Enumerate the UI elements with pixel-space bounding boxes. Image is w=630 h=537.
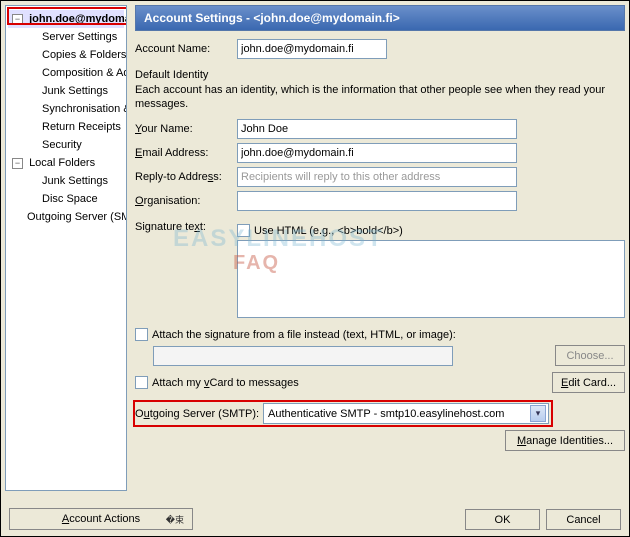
- collapse-icon[interactable]: −: [12, 14, 23, 25]
- settings-panel: Account Settings - <john.doe@mydomain.fi…: [133, 5, 625, 491]
- sidebar-account-root[interactable]: − john.doe@mydomain.fi: [8, 10, 124, 28]
- manage-identities-button[interactable]: Manage Identities...: [505, 430, 625, 451]
- account-email-label: john.doe@mydomain.fi: [29, 13, 127, 25]
- ok-button[interactable]: OK: [465, 509, 540, 530]
- account-name-label: Account Name:: [135, 43, 237, 55]
- organisation-input[interactable]: [237, 191, 517, 211]
- attach-sig-path-input: [153, 346, 453, 366]
- panel-title: Account Settings - <john.doe@mydomain.fi…: [135, 5, 625, 31]
- collapse-icon[interactable]: −: [12, 158, 23, 169]
- default-identity-label: Default Identity: [135, 69, 625, 81]
- chevron-down-icon: ▾: [530, 405, 546, 422]
- reply-to-label: Reply-to Address:: [135, 171, 237, 183]
- sidebar-item-server-settings[interactable]: Server Settings: [8, 28, 124, 46]
- sidebar-item-return-receipts[interactable]: Return Receipts: [8, 118, 124, 136]
- account-actions-button[interactable]: Account Actions �束: [9, 508, 193, 530]
- use-html-checkbox[interactable]: [237, 224, 250, 237]
- reply-to-input[interactable]: [237, 167, 517, 187]
- sidebar-item-composition[interactable]: Composition & Addressing: [8, 64, 124, 82]
- use-html-label: Use HTML (e.g., <b>bold</b>): [254, 225, 403, 237]
- email-label: Email Address:: [135, 147, 237, 159]
- sidebar-item-junk[interactable]: Junk Settings: [8, 82, 124, 100]
- attach-sig-checkbox[interactable]: [135, 328, 148, 341]
- organisation-label: Organisation:: [135, 195, 237, 207]
- signature-textarea[interactable]: [237, 240, 625, 318]
- sidebar-local-folders[interactable]: − Local Folders: [8, 154, 124, 172]
- account-tree: − john.doe@mydomain.fi Server Settings C…: [5, 5, 127, 491]
- choose-button[interactable]: Choose...: [555, 345, 625, 366]
- sidebar-item-sync-storage[interactable]: Synchronisation & Storage: [8, 100, 124, 118]
- signature-label: Signature text:: [135, 221, 237, 233]
- sidebar-item-security[interactable]: Security: [8, 136, 124, 154]
- account-name-input[interactable]: [237, 39, 387, 59]
- outgoing-server-label: Outgoing Server (SMTP):: [135, 408, 263, 420]
- sidebar-item-copies-folders[interactable]: Copies & Folders: [8, 46, 124, 64]
- attach-vcard-checkbox[interactable]: [135, 376, 148, 389]
- outgoing-server-select[interactable]: Authenticative SMTP - smtp10.easylinehos…: [263, 403, 549, 424]
- sidebar-item-lf-disc[interactable]: Disc Space: [8, 190, 124, 208]
- attach-vcard-label: Attach my vCard to messages: [152, 377, 299, 389]
- email-input[interactable]: [237, 143, 517, 163]
- outgoing-row: Outgoing Server (SMTP): Authenticative S…: [135, 403, 625, 424]
- attach-sig-label: Attach the signature from a file instead…: [152, 329, 456, 341]
- edit-card-button[interactable]: Edit Card...: [552, 372, 625, 393]
- caret-down-icon: �束: [166, 513, 184, 526]
- your-name-input[interactable]: [237, 119, 517, 139]
- identity-hint: Each account has an identity, which is t…: [135, 83, 625, 111]
- local-folders-label: Local Folders: [29, 157, 95, 169]
- sidebar-item-lf-junk[interactable]: Junk Settings: [8, 172, 124, 190]
- sidebar-outgoing-server[interactable]: Outgoing Server (SMTP): [8, 208, 124, 226]
- cancel-button[interactable]: Cancel: [546, 509, 621, 530]
- your-name-label: Your Name:: [135, 123, 237, 135]
- outgoing-server-value: Authenticative SMTP - smtp10.easylinehos…: [268, 408, 504, 420]
